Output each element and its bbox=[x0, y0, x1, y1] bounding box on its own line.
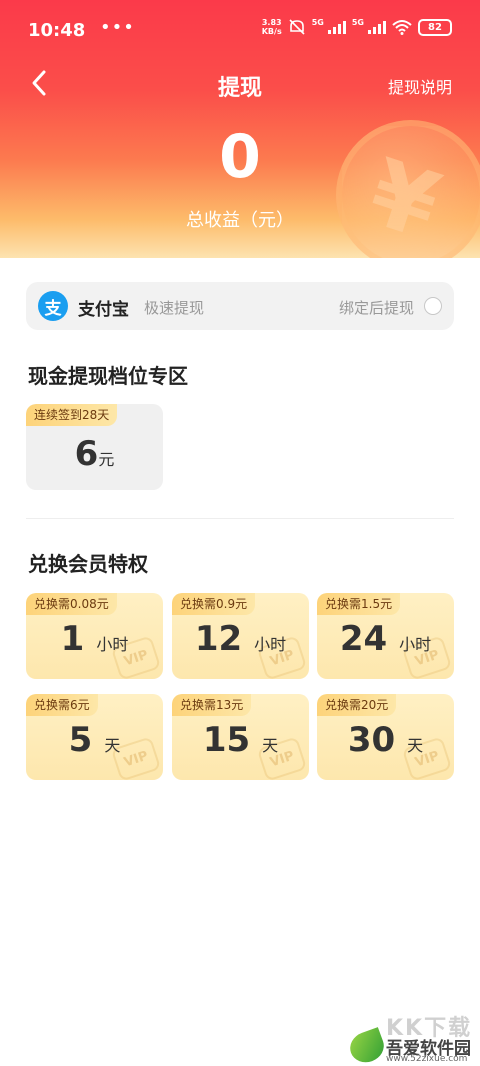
vip-option-tag: 兑换需0.9元 bbox=[172, 593, 256, 615]
wifi-icon bbox=[392, 20, 412, 35]
status-time: 10:48 bbox=[28, 20, 86, 41]
signal-1-icon bbox=[327, 20, 346, 34]
site-watermark: KK下载 吾爱软件园 www.52zixue.com bbox=[345, 1010, 478, 1066]
battery-icon: 82 bbox=[418, 18, 452, 36]
signal-2-label: 5G bbox=[351, 18, 364, 27]
total-earnings-amount: 0 bbox=[219, 122, 261, 192]
vip-option-tag: 兑换需13元 bbox=[172, 694, 252, 716]
vip-option-unit: 小时 bbox=[399, 635, 432, 654]
vip-option-value: 12 bbox=[194, 619, 243, 659]
vip-option-tag: 兑换需6元 bbox=[26, 694, 98, 716]
more-notifications-icon: ••• bbox=[100, 17, 135, 38]
vip-option-tag: 兑换需20元 bbox=[317, 694, 397, 716]
cash-option-tag: 连续签到28天 bbox=[26, 404, 118, 426]
signal-1-label: 5G bbox=[311, 18, 324, 27]
vip-option-unit: 小时 bbox=[96, 635, 129, 654]
alipay-subtitle: 极速提现 bbox=[144, 299, 205, 317]
vip-option-unit: 天 bbox=[407, 736, 424, 755]
vip-option-value: 1 bbox=[60, 619, 85, 659]
vip-option-value: 15 bbox=[202, 720, 251, 760]
vip-option-tag: 兑换需0.08元 bbox=[26, 593, 117, 615]
section-divider bbox=[26, 518, 454, 519]
network-speed: 3.83 KB/s bbox=[261, 18, 282, 36]
alipay-radio-button[interactable] bbox=[424, 297, 442, 315]
mute-icon bbox=[289, 19, 305, 35]
total-earnings-label: 总收益（元） bbox=[186, 210, 294, 231]
vip-option-value: 30 bbox=[347, 720, 396, 760]
top-nav: 提现 提现说明 bbox=[0, 60, 480, 106]
cash-section-title: 现金提现档位专区 bbox=[28, 364, 188, 388]
status-bar: 10:48 ••• 3.83 KB/s 5G 5G 82 bbox=[0, 0, 480, 60]
vip-option-card[interactable]: VIP 兑换需1.5元 24 小时 bbox=[317, 593, 454, 679]
cash-option-unit: 元 bbox=[98, 450, 115, 469]
vip-option-tag: 兑换需1.5元 bbox=[317, 593, 401, 615]
watermark-url: www.52zixue.com bbox=[386, 1054, 468, 1064]
vip-option-card[interactable]: VIP 兑换需0.08元 1 小时 bbox=[26, 593, 163, 679]
cash-option-card[interactable]: 连续签到28天 6元 bbox=[26, 404, 163, 490]
signal-2-icon bbox=[368, 20, 386, 34]
leaf-logo-icon bbox=[345, 1027, 389, 1066]
cash-option-value: 6 bbox=[74, 434, 99, 474]
vip-option-card[interactable]: VIP 兑换需0.9元 12 小时 bbox=[172, 593, 309, 679]
withdraw-help-link[interactable]: 提现说明 bbox=[388, 74, 452, 98]
vip-section-title: 兑换会员特权 bbox=[28, 552, 148, 576]
vip-option-unit: 天 bbox=[262, 736, 279, 755]
vip-option-value: 24 bbox=[339, 619, 388, 659]
vip-option-card[interactable]: VIP 兑换需13元 15 天 bbox=[172, 694, 309, 780]
vip-option-unit: 天 bbox=[104, 736, 121, 755]
alipay-logo-icon: 支 bbox=[38, 291, 68, 321]
vip-option-value: 5 bbox=[68, 720, 93, 760]
alipay-name: 支付宝 bbox=[78, 300, 129, 320]
alipay-method-row[interactable]: 支 支付宝 极速提现 绑定后提现 bbox=[26, 282, 454, 330]
vip-option-card[interactable]: VIP 兑换需20元 30 天 bbox=[317, 694, 454, 780]
vip-option-unit: 小时 bbox=[254, 635, 287, 654]
bind-hint: 绑定后提现 bbox=[338, 299, 414, 317]
vip-option-card[interactable]: VIP 兑换需6元 5天 bbox=[26, 694, 163, 780]
